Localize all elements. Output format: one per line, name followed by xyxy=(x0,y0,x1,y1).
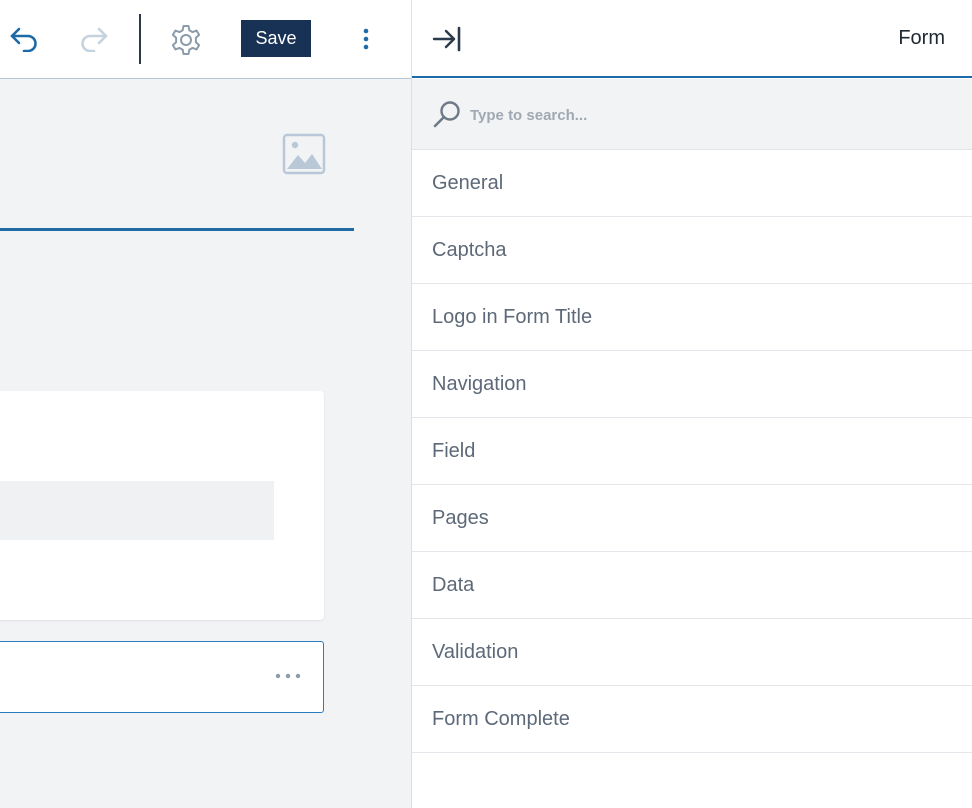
property-item-label: General xyxy=(432,171,504,194)
toolbar-divider xyxy=(139,14,141,64)
undo-button[interactable] xyxy=(6,22,42,56)
redo-button[interactable] xyxy=(76,22,112,56)
property-item-label: Data xyxy=(432,573,475,596)
property-item-form-complete[interactable]: Form Complete xyxy=(412,686,972,753)
property-item-label: Logo in Form Title xyxy=(432,305,593,328)
property-item-general[interactable]: General xyxy=(412,150,972,217)
property-item-label: Captcha xyxy=(432,238,507,261)
property-item-data[interactable]: Data xyxy=(412,552,972,619)
image-placeholder-icon[interactable] xyxy=(282,133,326,175)
property-item-logo-in-form-title[interactable]: Logo in Form Title xyxy=(412,284,972,351)
undo-icon xyxy=(10,27,37,52)
editor-toolbar: Save xyxy=(0,0,411,79)
property-item-pages[interactable]: Pages xyxy=(412,485,972,552)
property-list: General Captcha Logo in Form Title Navig… xyxy=(412,150,972,753)
search-input[interactable] xyxy=(470,101,950,129)
search-bar xyxy=(412,79,972,150)
collapse-panel-button[interactable] xyxy=(430,22,464,56)
property-item-label: Validation xyxy=(432,640,519,663)
property-item-navigation[interactable]: Navigation xyxy=(412,351,972,418)
gear-icon xyxy=(171,25,201,55)
properties-panel: Form General Captcha Logo in Form Title … xyxy=(411,0,972,808)
more-horizontal-icon xyxy=(275,673,301,679)
property-item-validation[interactable]: Validation xyxy=(412,619,972,686)
collapse-right-icon xyxy=(432,26,461,52)
save-button[interactable]: Save xyxy=(241,20,311,57)
editor-canvas: Save xyxy=(0,0,411,808)
property-item-label: Form Complete xyxy=(432,707,570,730)
redo-icon xyxy=(81,27,108,52)
block-options-button[interactable] xyxy=(274,666,302,686)
input-placeholder[interactable] xyxy=(0,481,274,540)
settings-button[interactable] xyxy=(166,20,206,60)
form-title-underline xyxy=(0,228,354,231)
panel-title: Form xyxy=(898,27,945,49)
more-options-button[interactable] xyxy=(352,22,380,56)
more-vertical-icon xyxy=(363,28,369,50)
property-item-label: Navigation xyxy=(432,372,527,395)
search-icon xyxy=(433,101,460,128)
property-item-captcha[interactable]: Captcha xyxy=(412,217,972,284)
property-item-field[interactable]: Field xyxy=(412,418,972,485)
panel-header: Form xyxy=(412,0,972,78)
property-item-label: Field xyxy=(432,439,476,462)
property-item-label: Pages xyxy=(432,506,489,529)
